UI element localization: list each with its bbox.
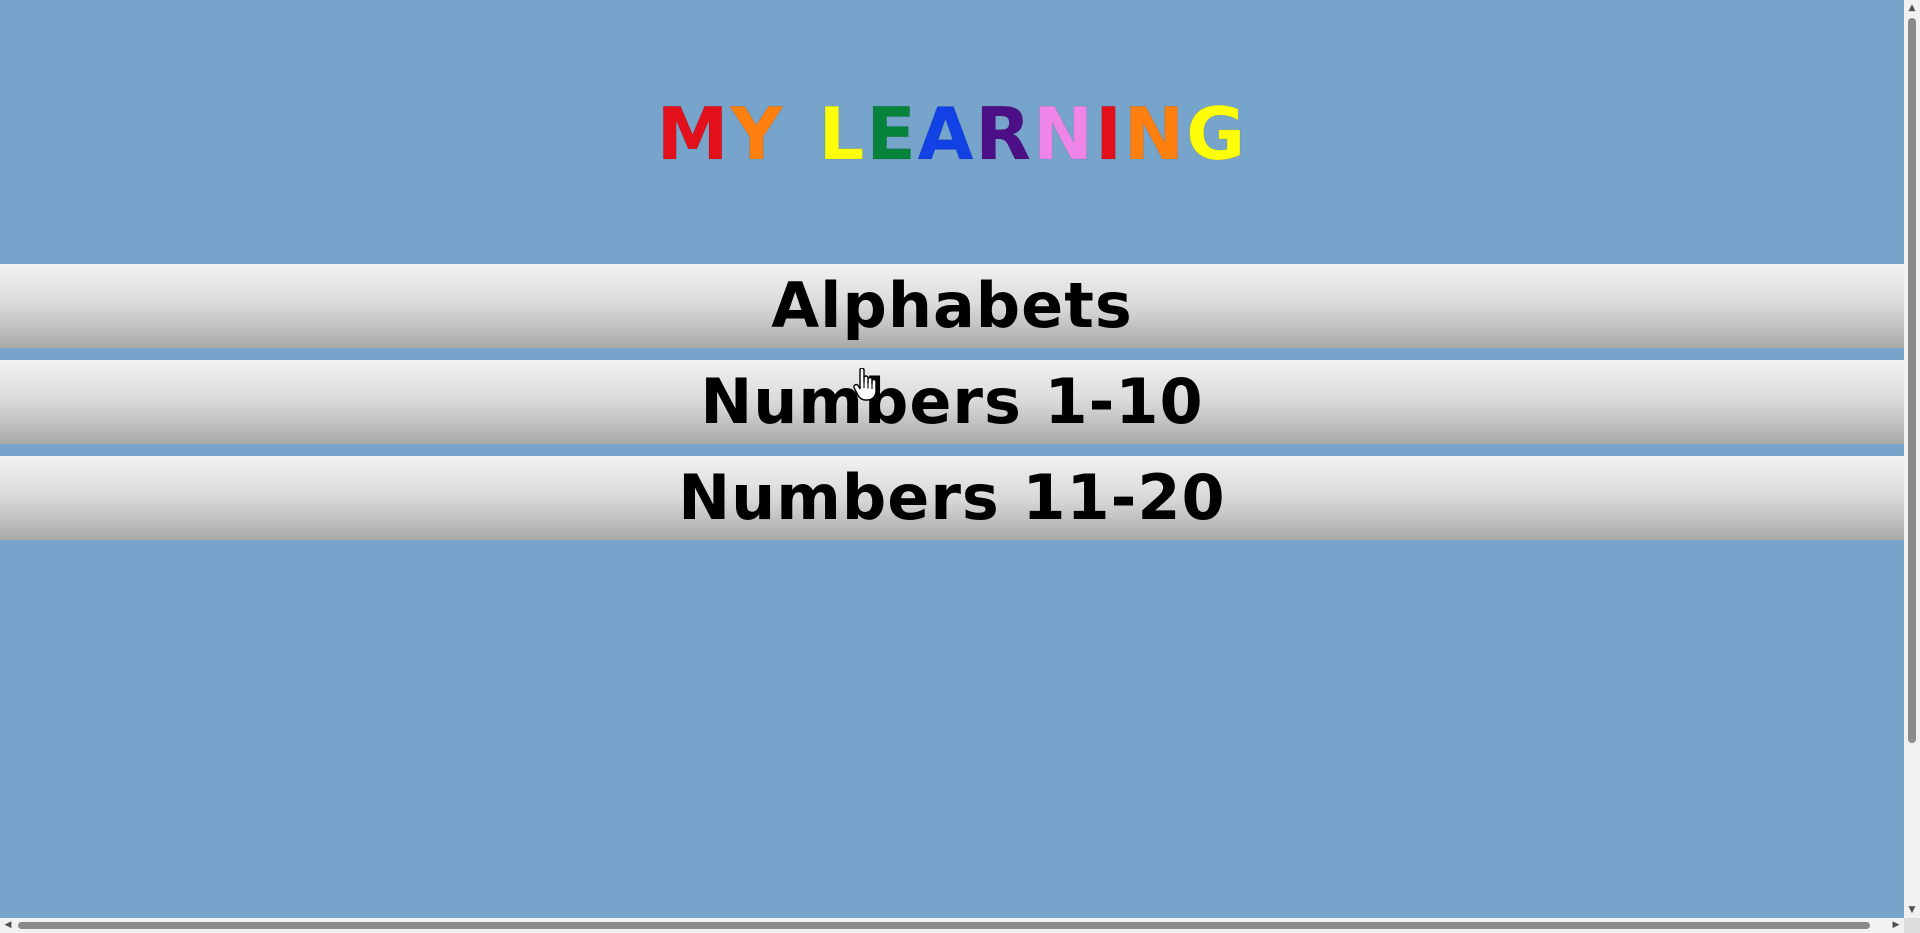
horizontal-scrollbar[interactable]: ◀ ▶	[0, 918, 1904, 933]
title-letter: E	[866, 92, 918, 177]
scroll-up-arrow-icon[interactable]: ▲	[1904, 0, 1920, 16]
scrollbar-corner	[1904, 918, 1920, 933]
title-letter: A	[917, 92, 976, 177]
vertical-scroll-thumb[interactable]	[1908, 18, 1916, 743]
hand-pointer-icon	[853, 368, 877, 401]
numbers-1-10-button[interactable]: Numbers 1-10	[0, 360, 1904, 444]
title-letter: I	[1095, 92, 1124, 177]
scroll-right-arrow-icon[interactable]: ▶	[1888, 918, 1904, 933]
page: MY LEARNING Alphabets Numbers 1-10 Number…	[0, 0, 1920, 933]
numbers-11-20-button[interactable]: Numbers 11-20	[0, 456, 1904, 540]
title-letter: Y	[730, 92, 785, 177]
scroll-left-arrow-icon[interactable]: ◀	[0, 918, 16, 933]
title-letter: R	[975, 92, 1033, 177]
title-letter: N	[1032, 92, 1096, 177]
alphabets-button[interactable]: Alphabets	[0, 264, 1904, 348]
title-letter: G	[1186, 92, 1248, 177]
page-title: MY LEARNING	[0, 88, 1904, 180]
title-letter: M	[656, 92, 731, 177]
content-area: MY LEARNING Alphabets Numbers 1-10 Number…	[0, 0, 1904, 918]
scroll-down-arrow-icon[interactable]: ▼	[1904, 902, 1920, 918]
title-letter: L	[818, 92, 867, 177]
title-letter: N	[1123, 92, 1187, 177]
vertical-scrollbar[interactable]: ▲ ▼	[1904, 0, 1920, 918]
horizontal-scroll-thumb[interactable]	[18, 922, 1870, 929]
